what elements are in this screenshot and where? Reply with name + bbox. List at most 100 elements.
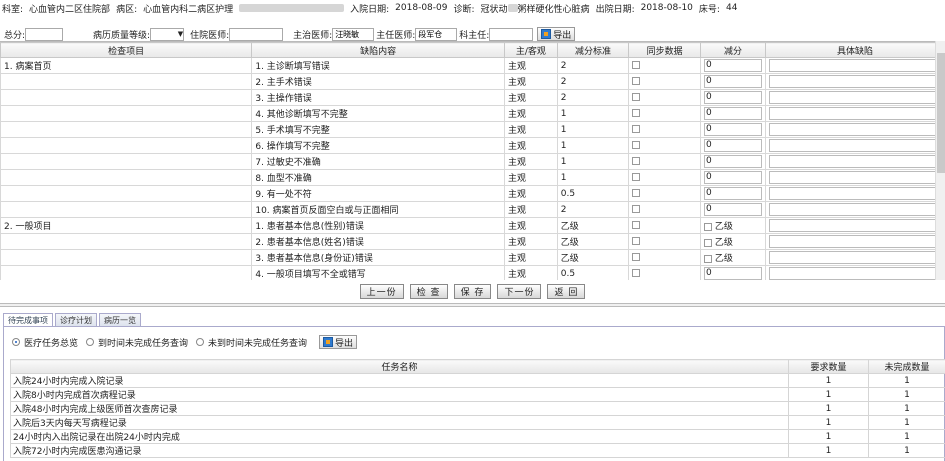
task-required: 1 xyxy=(788,415,869,430)
radio-pending[interactable] xyxy=(196,338,205,346)
reason-input[interactable] xyxy=(768,267,941,280)
task-row[interactable]: 入院72小时内完成医患沟通记录 1 1 xyxy=(10,443,945,458)
col-header: 要求数量 xyxy=(788,359,869,374)
col-header: 未完成数量 xyxy=(868,359,945,374)
tab-pending[interactable]: 待完成事项 xyxy=(3,313,53,327)
deduct-input[interactable]: 0 xyxy=(703,107,762,120)
type-cell: 主观 xyxy=(503,89,558,106)
admit-value: 2018-08-09 xyxy=(395,3,448,13)
reason-input[interactable] xyxy=(768,59,941,72)
save-button[interactable]: 保 存 xyxy=(453,284,492,299)
attending-input[interactable] xyxy=(332,27,375,41)
task-row[interactable]: 24小时内入出院记录在出院24小时内完成 1 1 xyxy=(10,429,945,444)
sync-cell xyxy=(628,265,701,280)
sync-checkbox[interactable] xyxy=(632,125,641,133)
task-row[interactable]: 入院48小时内完成上级医师首次查房记录 1 1 xyxy=(10,401,945,416)
sync-checkbox[interactable] xyxy=(632,157,641,165)
reason-input[interactable] xyxy=(768,91,941,104)
task-export-label: 导出 xyxy=(335,338,354,349)
deduct-input[interactable]: 0 xyxy=(703,187,762,200)
grade-checkbox[interactable] xyxy=(703,238,712,247)
ward-label: 病区: xyxy=(116,4,138,15)
next-button[interactable]: 下一份 xyxy=(497,284,542,299)
scrollbar-thumb[interactable] xyxy=(937,53,945,173)
sync-checkbox[interactable] xyxy=(632,237,641,245)
sync-checkbox[interactable] xyxy=(632,205,641,213)
reason-input[interactable] xyxy=(768,251,941,264)
type-cell: 主观 xyxy=(503,137,558,154)
prev-button[interactable]: 上一份 xyxy=(359,284,404,299)
deduct-input[interactable]: 0 xyxy=(703,171,762,184)
reason-input[interactable] xyxy=(768,235,941,248)
grade-checkbox[interactable] xyxy=(703,254,712,263)
deduct-input[interactable]: 0 xyxy=(703,59,762,72)
defect-table-container[interactable]: 检查项目 缺陷内容 主/客观 减分标准 同步数据 减分 具体缺陷 1. 病案首页… xyxy=(0,41,945,280)
tab-records[interactable]: 病历一览 xyxy=(99,313,141,327)
type-cell: 主观 xyxy=(503,185,558,202)
std-cell: 2 xyxy=(556,201,630,218)
sync-cell xyxy=(628,73,701,90)
reason-input[interactable] xyxy=(768,107,941,120)
resident-input[interactable] xyxy=(229,27,284,41)
table-scrollbar[interactable] xyxy=(935,41,945,280)
back-button[interactable]: 返 回 xyxy=(547,284,586,299)
deduct-input[interactable]: 0 xyxy=(703,91,762,104)
reason-input[interactable] xyxy=(768,187,941,200)
defect-item: 4. 其他诊断填写不完整 xyxy=(251,105,505,122)
chief-input[interactable] xyxy=(415,27,458,41)
defect-item: 2. 患者基本信息(姓名)错误 xyxy=(251,233,505,250)
reason-input[interactable] xyxy=(768,203,941,216)
export-button[interactable]: 导出 xyxy=(537,27,576,41)
sync-checkbox[interactable] xyxy=(632,189,641,197)
task-export-button[interactable]: 导出 xyxy=(319,335,358,349)
reason-input[interactable] xyxy=(768,123,941,136)
deduct-cell: 0 xyxy=(699,265,766,280)
deduct-input[interactable]: 0 xyxy=(703,267,762,280)
check-button[interactable]: 检 查 xyxy=(409,284,448,299)
radio-overdue-label[interactable]: 到时间未完成任务查询 xyxy=(98,336,188,349)
reason-input[interactable] xyxy=(768,171,941,184)
type-cell: 主观 xyxy=(503,169,558,186)
sync-checkbox[interactable] xyxy=(632,269,641,277)
total-input[interactable] xyxy=(25,27,64,41)
deduct-input[interactable]: 0 xyxy=(703,139,762,152)
sync-checkbox[interactable] xyxy=(632,253,641,261)
dept-value: 心血管内二区住院部 xyxy=(29,4,111,15)
task-row[interactable]: 入院24小时内完成入院记录 1 1 xyxy=(10,373,945,388)
grade-checkbox[interactable] xyxy=(703,222,712,231)
radio-overview-label[interactable]: 医疗任务总览 xyxy=(24,336,78,349)
deduct-input[interactable]: 0 xyxy=(703,155,762,168)
deduct-input[interactable]: 0 xyxy=(703,123,762,136)
splitter[interactable] xyxy=(0,303,945,307)
deduct-cell: 0 xyxy=(699,201,766,218)
task-row[interactable]: 入院后3天内每天写病程记录 1 1 xyxy=(10,415,945,430)
sync-checkbox[interactable] xyxy=(632,77,641,85)
reason-input[interactable] xyxy=(768,155,941,168)
sync-checkbox[interactable] xyxy=(632,173,641,181)
deduct-cell: 乙级 xyxy=(699,249,766,266)
task-row[interactable]: 入院8小时内完成首次病程记录 1 1 xyxy=(10,387,945,402)
sync-checkbox[interactable] xyxy=(632,141,641,149)
grade-label: 乙级 xyxy=(714,254,733,264)
std-cell: 0.5 xyxy=(556,265,630,280)
radio-overview[interactable] xyxy=(12,338,20,346)
reason-input[interactable] xyxy=(768,139,941,152)
type-cell: 主观 xyxy=(503,73,558,90)
table-row: 4. 其他诊断填写不完整 主观 1 0 xyxy=(0,105,945,122)
radio-overdue[interactable] xyxy=(86,338,95,346)
director-input[interactable] xyxy=(489,27,534,41)
sync-checkbox[interactable] xyxy=(632,221,641,229)
deduct-input[interactable]: 0 xyxy=(703,203,762,216)
deduct-input[interactable]: 0 xyxy=(703,75,762,88)
reason-input[interactable] xyxy=(768,219,941,232)
sync-checkbox[interactable] xyxy=(632,109,641,117)
tab-plan[interactable]: 诊疗计划 xyxy=(55,313,97,327)
sync-checkbox[interactable] xyxy=(632,61,641,69)
deduct-cell: 0 xyxy=(699,169,766,186)
sync-checkbox[interactable] xyxy=(632,93,641,101)
table-row: 8. 血型不准确 主观 1 0 xyxy=(0,169,945,186)
reason-input[interactable] xyxy=(768,75,941,88)
radio-pending-label[interactable]: 未到时间未完成任务查询 xyxy=(208,336,307,349)
col-header: 任务名称 xyxy=(10,359,789,374)
grade-select[interactable]: ▼ xyxy=(150,27,185,41)
